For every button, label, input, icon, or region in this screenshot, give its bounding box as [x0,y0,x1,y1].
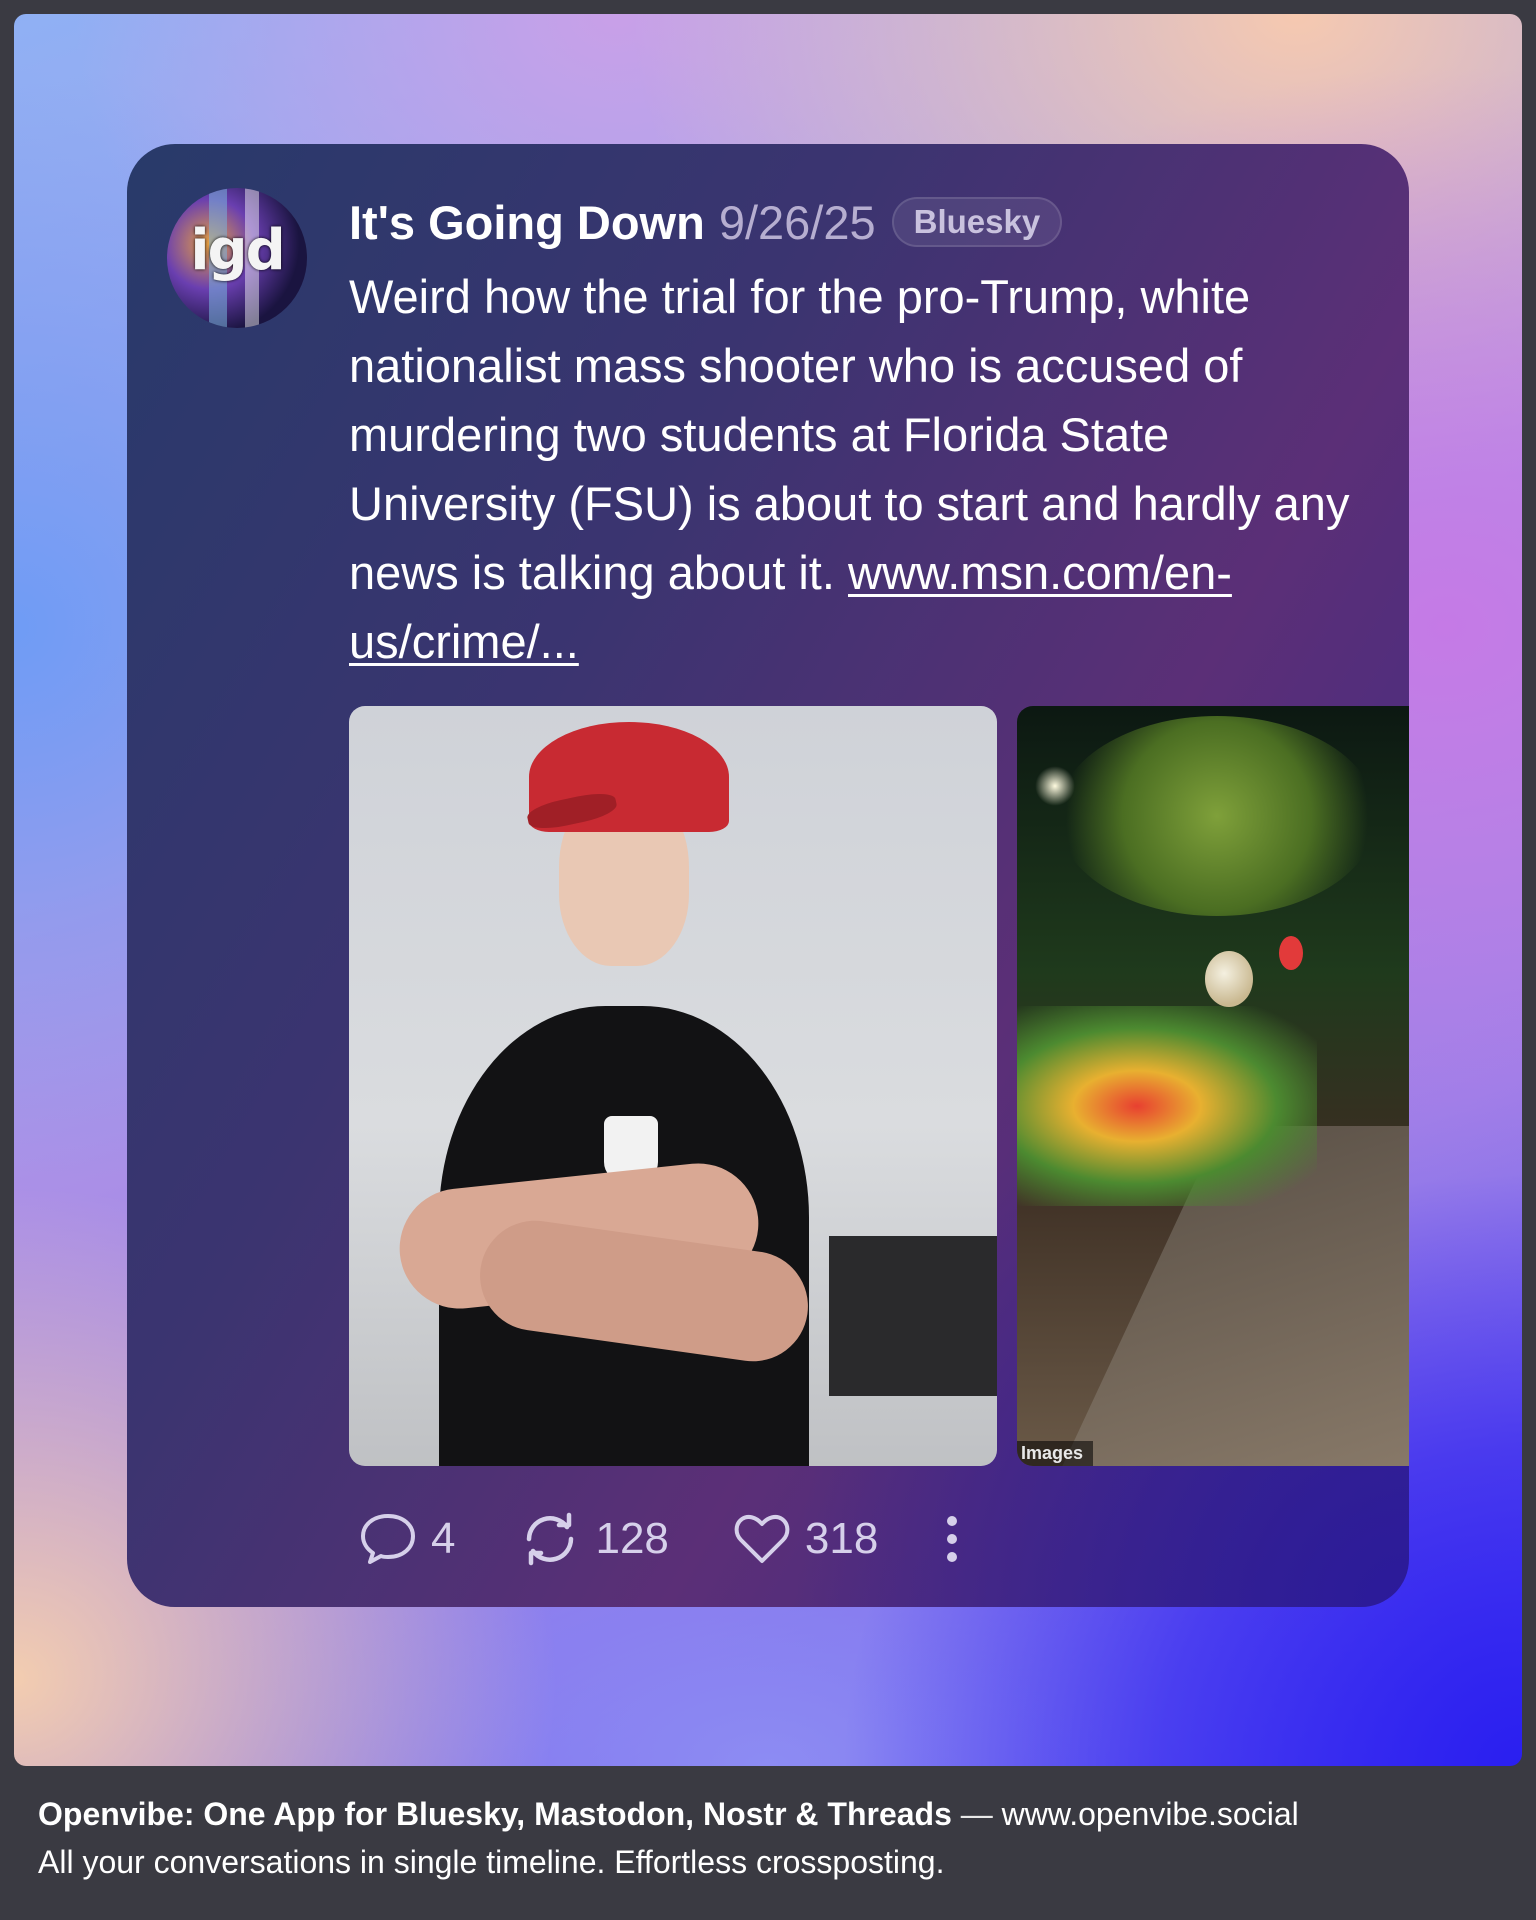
repost-count: 128 [595,1514,669,1563]
repost-icon [527,1512,574,1566]
post-image-1[interactable] [349,706,997,1466]
footer-dash: — [951,1796,1002,1832]
post-text: Weird how the trial for the pro-Trump, w… [349,262,1379,676]
image-detail [1057,716,1377,916]
more-options-button[interactable] [942,1511,962,1567]
footer-line-1: Openvibe: One App for Bluesky, Mastodon,… [38,1790,1498,1838]
reply-icon [361,1514,415,1564]
media-gallery[interactable]: Images [349,706,1409,1466]
more-vertical-icon [947,1516,958,1562]
author-avatar[interactable]: igd [167,188,307,328]
avatar-logo-text: igd [190,218,285,283]
post-date[interactable]: 9/26/25 [719,195,876,250]
network-badge: Bluesky [891,197,1063,247]
image-detail [829,1236,997,1396]
heart-icon [734,1514,790,1563]
author-name[interactable]: It's Going Down [349,195,705,250]
image-detail [1017,1006,1317,1206]
footer: Openvibe: One App for Bluesky, Mastodon,… [38,1790,1498,1886]
post-card[interactable]: igd It's Going Down 9/26/25 Bluesky Weir… [127,144,1409,1607]
image-credit: Images [1017,1441,1094,1466]
image-detail [1279,936,1303,970]
image-detail [1035,766,1075,806]
image-detail [1205,951,1253,1007]
repost-button[interactable]: 128 [519,1511,669,1567]
footer-url[interactable]: www.openvibe.social [1002,1796,1299,1832]
footer-tagline: All your conversations in single timelin… [38,1844,945,1880]
footer-brand: Openvibe: One App for Bluesky, Mastodon,… [38,1796,952,1832]
post-image-2[interactable]: Images [1017,706,1409,1466]
reply-button[interactable]: 4 [359,1512,455,1566]
like-button[interactable]: 318 [733,1512,878,1566]
like-count: 318 [804,1514,879,1563]
post-header: It's Going Down 9/26/25 Bluesky [349,192,1063,252]
post-actions: 4 128 318 [359,1504,962,1574]
reply-count: 4 [431,1514,456,1563]
